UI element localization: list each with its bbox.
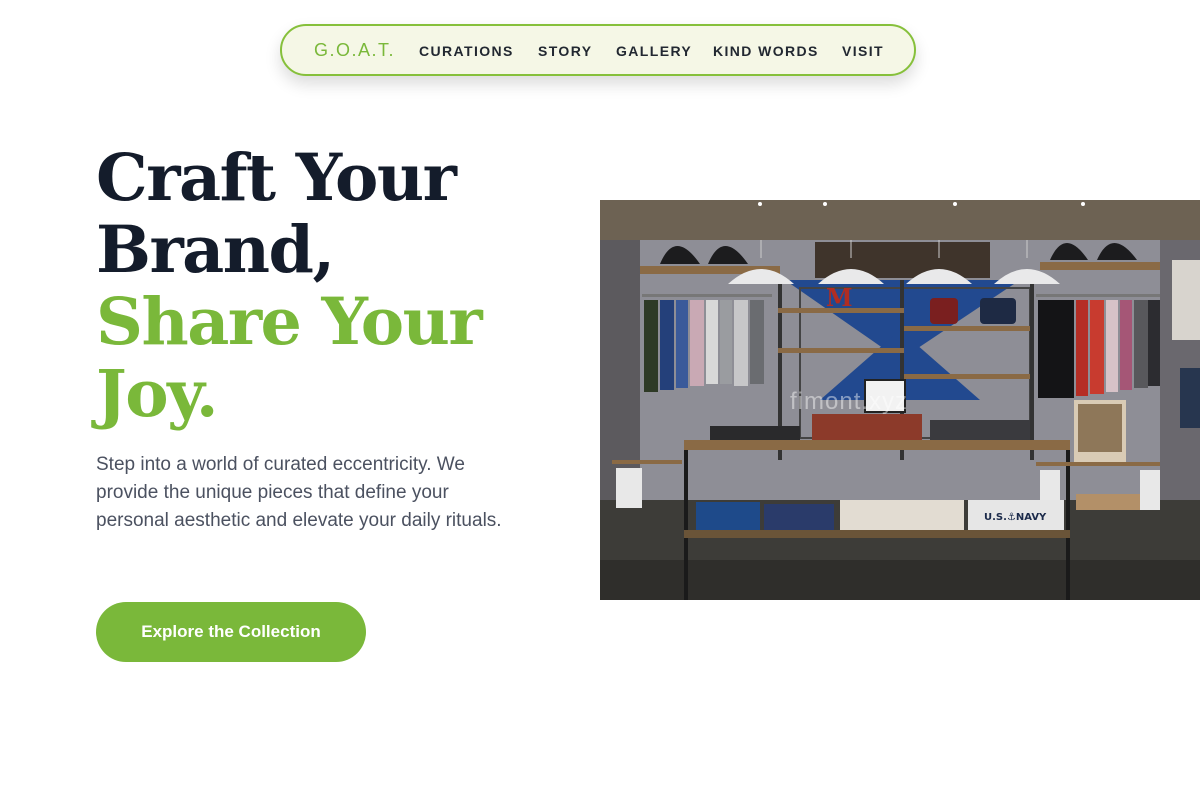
nav-item-visit[interactable]: VISIT [842,43,884,59]
headline-line-4: Joy. [96,356,219,432]
nav-item-kind-words[interactable]: KIND WORDS [713,43,819,59]
shirt-print-text: U.S.⚓NAVY [984,512,1047,523]
explore-collection-button[interactable]: Explore the Collection [96,602,366,662]
hero-headline: Craft Your Brand, Share Your Joy. [96,140,483,432]
headline-line-1: Craft Your [96,140,457,216]
headline-line-3: Share Your [96,284,483,360]
store-interior-image: M U.S.⚓NAVY fimont.xyz [600,200,1200,600]
hero-description: Step into a world of curated eccentricit… [96,454,502,531]
image-watermark: fimont.xyz [790,388,909,415]
brand-logo[interactable]: G.O.A.T. [314,40,395,61]
nav-item-curations[interactable]: CURATIONS [419,43,514,59]
headline-line-2: Brand, [96,212,335,288]
nav-item-story[interactable]: STORY [538,43,592,59]
nav-item-gallery[interactable]: GALLERY [616,43,692,59]
top-navigation: G.O.A.T. CURATIONS STORY GALLERY KIND WO… [280,24,916,76]
store-sign-letter: M [826,283,853,312]
